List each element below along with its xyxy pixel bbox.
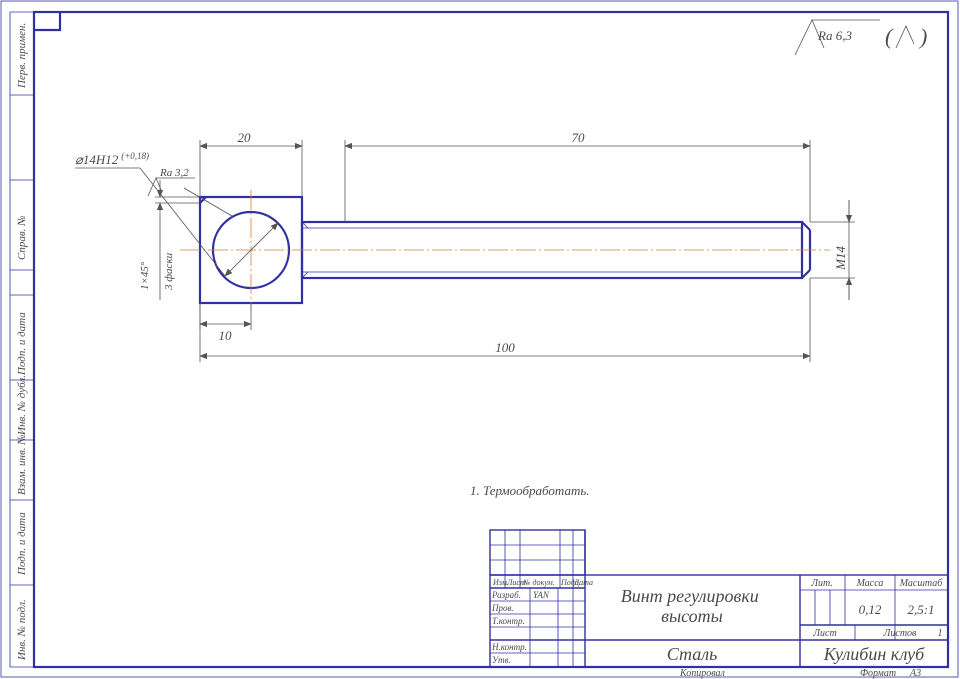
svg-text:1×45°: 1×45° <box>139 261 151 290</box>
svg-text:YAN: YAN <box>533 590 550 600</box>
svg-text:Т.контр.: Т.контр. <box>492 616 525 626</box>
svg-text:Копировал: Копировал <box>679 668 726 679</box>
svg-text:Формат: Формат <box>860 668 896 679</box>
svg-text:Н.контр.: Н.контр. <box>491 642 527 652</box>
svg-text:70: 70 <box>572 130 586 145</box>
left-cell-5: Справ. № <box>16 216 28 260</box>
left-cell-3: Инв. № дубл. <box>16 375 28 436</box>
svg-text:Лист: Лист <box>812 628 836 639</box>
tech-note-1: 1. Термообработать. <box>470 483 590 498</box>
left-cell-0: Инв. № подл. <box>16 599 28 661</box>
svg-text:Листов: Листов <box>883 628 917 639</box>
drawing-title: Винт регулировки высоты <box>621 586 764 626</box>
corner-notch <box>34 12 60 30</box>
left-cell-6: Перв. примен. <box>16 23 28 89</box>
svg-text:⌀14H12(+0,18): ⌀14H12(+0,18) <box>75 151 149 167</box>
dim-overall-100: 100 <box>200 278 810 362</box>
svg-text:0,12: 0,12 <box>859 602 882 617</box>
surf-hole-ra: Ra 3,2 <box>148 167 232 216</box>
svg-text:100: 100 <box>495 340 515 355</box>
org-label: Кулибин клуб <box>823 644 925 664</box>
svg-text:Масштаб: Масштаб <box>899 578 944 589</box>
svg-text:10: 10 <box>219 328 233 343</box>
svg-text:Разраб.: Разраб. <box>491 590 521 600</box>
dim-head-20: 20 <box>200 130 302 197</box>
svg-text:Масса: Масса <box>856 578 884 589</box>
svg-text:1: 1 <box>938 628 943 639</box>
material-label: Сталь <box>667 644 718 664</box>
left-cell-4: Подп. и дата <box>16 312 28 376</box>
svg-text:Лит.: Лит. <box>810 578 833 589</box>
dim-shaft-70: 70 <box>345 130 810 222</box>
svg-text:№ докум.: № докум. <box>522 578 555 587</box>
svg-text:А3: А3 <box>909 668 921 679</box>
svg-text:3 фаски: 3 фаски <box>163 252 175 291</box>
dim-thread-m14: M14 <box>810 200 855 300</box>
left-cell-2: Взам. инв. № <box>16 434 28 495</box>
svg-text:): ) <box>918 24 927 49</box>
inner-border <box>34 12 948 667</box>
left-margin-cells: Инв. № подл. Подп. и дата Взам. инв. № И… <box>10 23 34 661</box>
title-block: Изм. Лист № докум. Подп. Дата Разраб. YA… <box>490 530 948 679</box>
dim-offset-10: 10 <box>200 303 251 343</box>
svg-text:Ra 3,2: Ra 3,2 <box>159 167 189 179</box>
svg-text:Дата: Дата <box>573 578 593 587</box>
dim-chamfer: 1×45° 3 фаски <box>139 180 200 300</box>
svg-text:M14: M14 <box>833 246 848 271</box>
svg-text:Утв.: Утв. <box>492 655 511 665</box>
svg-text:Ra 6,3: Ra 6,3 <box>817 28 852 43</box>
svg-text:20: 20 <box>238 130 252 145</box>
svg-text:2,5:1: 2,5:1 <box>907 602 934 617</box>
part-view <box>180 190 830 310</box>
left-cell-1: Подп. и дата <box>16 512 28 576</box>
drawing-sheet: Инв. № подл. Подп. и дата Взам. инв. № И… <box>0 0 960 679</box>
svg-text:Пров.: Пров. <box>491 603 514 613</box>
surf-default: Ra 6,3 ( ) <box>795 20 927 55</box>
svg-text:(: ( <box>885 24 894 49</box>
